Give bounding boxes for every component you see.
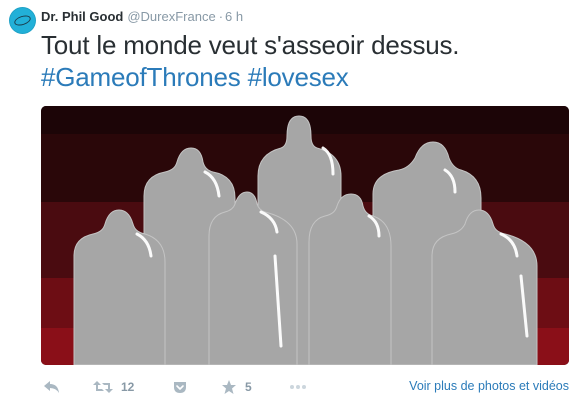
durex-logo-icon xyxy=(13,13,32,28)
star-icon xyxy=(222,380,236,394)
hashtag-gameofthrones[interactable]: #GameofThrones xyxy=(41,62,241,92)
more-dots-icon xyxy=(290,385,306,389)
author-handle[interactable]: @DurexFrance xyxy=(127,9,215,24)
tweet-media-image[interactable] xyxy=(41,106,569,365)
avatar[interactable] xyxy=(9,7,36,34)
separator: · xyxy=(218,9,224,24)
tweet-header: Dr. Phil Good @DurexFrance · 6 h xyxy=(41,9,243,25)
timestamp[interactable]: 6 h xyxy=(225,9,243,24)
reply-icon xyxy=(44,381,59,393)
hashtag-row: #GameofThrones #lovesex xyxy=(41,62,349,93)
tweet-text: Tout le monde veut s'asseoir dessus. xyxy=(41,30,460,60)
favorite-count: 5 xyxy=(245,380,252,394)
retweet-button[interactable]: 12 xyxy=(93,378,134,396)
tweet-actions: 12 5 Voir plus de photos et vidéos xyxy=(41,376,571,400)
retweet-count: 12 xyxy=(121,380,135,394)
condom-throne-illustration xyxy=(41,106,569,365)
retweet-icon xyxy=(93,381,113,393)
condom-shape-mid-right xyxy=(308,193,392,365)
favorite-button[interactable]: 5 xyxy=(221,378,252,396)
hashtag-lovesex[interactable]: #lovesex xyxy=(248,62,349,92)
reply-button[interactable] xyxy=(43,378,61,396)
view-more-media-link[interactable]: Voir plus de photos et vidéos xyxy=(409,379,569,393)
author-name[interactable]: Dr. Phil Good xyxy=(41,9,123,24)
more-button[interactable] xyxy=(289,378,307,396)
pocket-icon xyxy=(174,382,186,393)
pocket-button[interactable] xyxy=(173,378,187,396)
